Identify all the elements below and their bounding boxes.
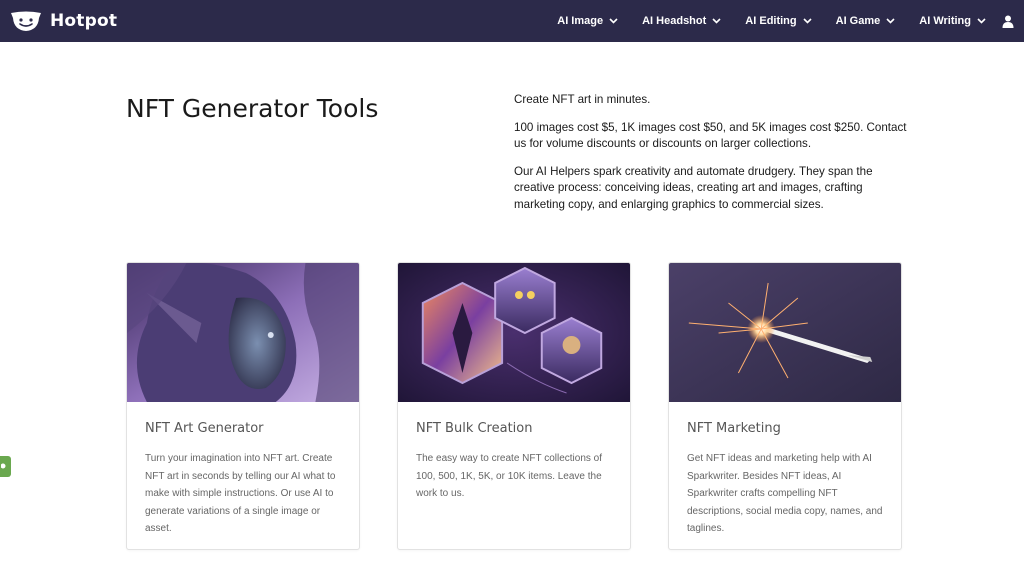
intro-paragraph: Our AI Helpers spark creativity and auto… [514, 164, 873, 211]
chevron-down-icon [712, 18, 721, 24]
card-description: The easy way to create NFT collections o… [416, 453, 603, 500]
card-nft-marketing[interactable]: NFT Marketing Get NFT ideas and marketin… [668, 262, 902, 550]
main-nav: AI Image AI Headshot AI Editing AI Game … [533, 15, 1014, 28]
nav-item-label: AI Image [557, 15, 604, 27]
nav-ai-game[interactable]: AI Game [836, 15, 896, 27]
nft-collection-image [398, 263, 630, 402]
card-description: Get NFT ideas and marketing help with AI… [687, 453, 883, 535]
chevron-down-icon [977, 18, 986, 24]
elf-portrait-image [127, 263, 359, 402]
nav-ai-image[interactable]: AI Image [557, 15, 618, 27]
card-description: Turn your imagination into NFT art. Crea… [145, 453, 336, 535]
card-title[interactable]: NFT Marketing [687, 421, 883, 436]
nav-ai-headshot[interactable]: AI Headshot [642, 15, 721, 27]
card-title[interactable]: NFT Bulk Creation [416, 421, 612, 436]
top-navbar: Hotpot AI Image AI Headshot AI Editing A… [0, 0, 1024, 42]
nav-item-label: AI Editing [745, 15, 797, 27]
card-nft-bulk-creation[interactable]: NFT Bulk Creation The easy way to create… [397, 262, 631, 550]
nav-ai-editing[interactable]: AI Editing [745, 15, 812, 27]
chevron-down-icon [609, 18, 618, 24]
nav-item-label: AI Writing [919, 15, 971, 27]
sparkling-pen-image [669, 263, 901, 402]
feedback-tab[interactable] [0, 456, 11, 477]
chevron-down-icon [886, 18, 895, 24]
nav-item-label: AI Headshot [642, 15, 707, 27]
nav-ai-writing[interactable]: AI Writing [919, 15, 986, 27]
intro-text: Create NFT art in minutes. 100 images co… [514, 92, 914, 224]
intro-paragraph: Create NFT art in minutes. [514, 93, 651, 106]
page-title: NFT Generator Tools [126, 94, 379, 123]
card-title[interactable]: NFT Art Generator [145, 421, 341, 436]
brand-name: Hotpot [50, 11, 118, 31]
brand-link[interactable]: Hotpot [10, 10, 117, 32]
chevron-down-icon [803, 18, 812, 24]
user-icon[interactable] [1002, 15, 1014, 28]
chat-icon [1, 463, 6, 469]
intro-paragraph: 100 images cost $5, 1K images cost $50, … [514, 120, 907, 151]
hotpot-logo-icon [11, 11, 41, 31]
card-nft-art-generator[interactable]: NFT Art Generator Turn your imagination … [126, 262, 360, 550]
nav-item-label: AI Game [835, 15, 881, 27]
